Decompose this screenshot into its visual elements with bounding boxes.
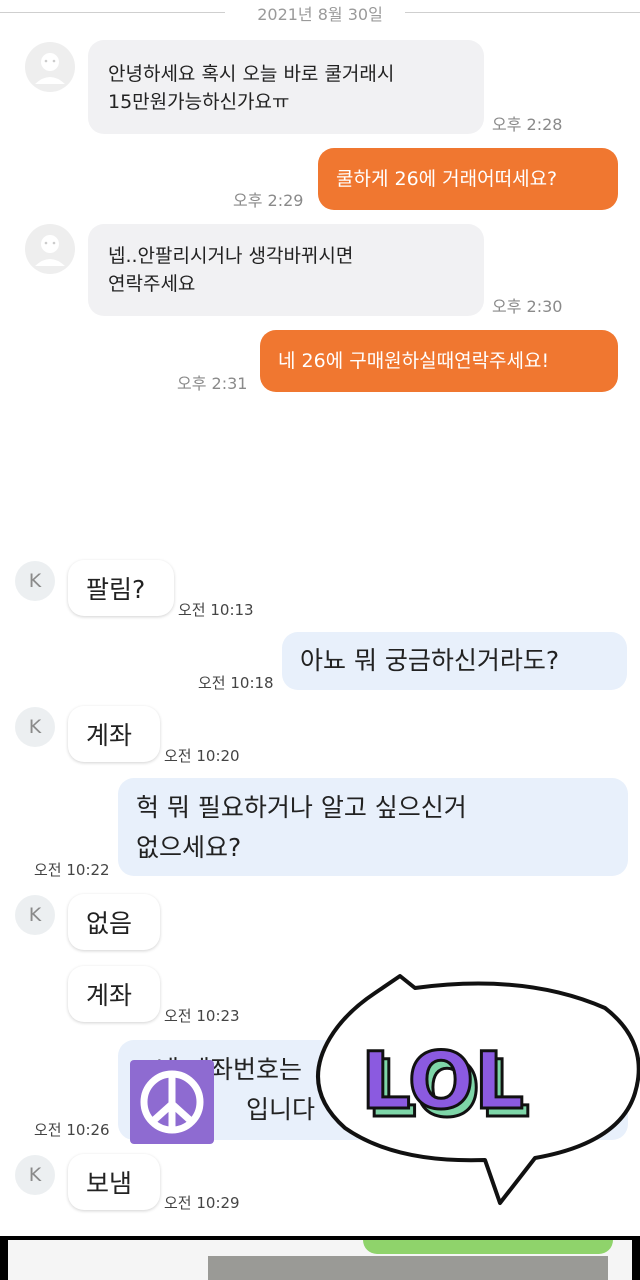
lol-text: LOL bbox=[361, 1037, 524, 1127]
message-bubble: 넵..안팔리시거나 생각바뀌시면 연락주세요 bbox=[88, 224, 484, 316]
message-time: 오전 10:13 bbox=[178, 601, 254, 619]
next-screenshot-preview bbox=[8, 1240, 632, 1280]
message-bubble: 헉 뭐 필요하거나 알고 싶으신거 없으세요? bbox=[118, 778, 628, 876]
avatar[interactable]: K bbox=[15, 895, 55, 935]
message-time: 오전 10:26 bbox=[34, 1121, 110, 1139]
message-time: 오후 2:28 bbox=[492, 115, 563, 134]
message-time: 오전 10:20 bbox=[164, 747, 240, 765]
message-text: 헉 뭐 필요하거나 알고 싶으신거 bbox=[136, 793, 467, 822]
message-time: 오후 2:30 bbox=[492, 297, 563, 316]
message-text: 연락주세요 bbox=[108, 273, 196, 295]
avatar[interactable] bbox=[25, 224, 75, 274]
message-bubble: 안녕하세요 혹시 오늘 바로 쿨거래시 15만원가능하신가요ㅠ bbox=[88, 40, 484, 134]
message-time: 오후 2:29 bbox=[233, 191, 304, 210]
message-time: 오전 10:23 bbox=[164, 1007, 240, 1025]
message-time: 오후 2:31 bbox=[177, 374, 248, 393]
message-bubble: 팔림? bbox=[68, 560, 174, 616]
message-text: 없음 bbox=[86, 909, 133, 938]
avatar[interactable] bbox=[25, 42, 75, 92]
lol-sticker: LOL LOL bbox=[305, 968, 640, 1208]
avatar[interactable]: K bbox=[15, 1155, 55, 1195]
message-bubble: 아뇨 뭐 궁금하신거라도? bbox=[282, 632, 627, 690]
message-text: 팔림? bbox=[86, 575, 146, 604]
message-text: 쿨하게 26에 거래어떠세요? bbox=[336, 168, 558, 190]
message-bubble: 쿨하게 26에 거래어떠세요? bbox=[318, 148, 618, 210]
message-text: 계좌 bbox=[86, 721, 133, 750]
message-text: 아뇨 뭐 궁금하신거라도? bbox=[300, 646, 560, 675]
message-bubble: 네 26에 구매원하실때연락주세요! bbox=[260, 330, 618, 392]
message-text: 네 26에 구매원하실때연락주세요! bbox=[278, 350, 550, 372]
message-bubble: 계좌 bbox=[68, 706, 160, 762]
avatar[interactable]: K bbox=[15, 707, 55, 747]
message-bubble: 보냄 bbox=[68, 1154, 160, 1210]
message-text: 안녕하세요 혹시 오늘 바로 쿨거래시 bbox=[108, 63, 395, 85]
date-divider: 2021년 8월 30일 bbox=[257, 5, 383, 24]
message-time: 오전 10:22 bbox=[34, 861, 110, 879]
next-screenshot-frame bbox=[0, 1236, 640, 1280]
message-bubble: 없음 bbox=[68, 894, 160, 950]
message-time: 오전 10:18 bbox=[198, 674, 274, 692]
message-time: 오전 10:29 bbox=[164, 1194, 240, 1212]
message-text: 넵..안팔리시거나 생각바뀌시면 bbox=[108, 245, 354, 267]
message-text: 15만원가능하신가요ㅠ bbox=[108, 91, 290, 113]
message-text: 없으세요? bbox=[136, 833, 242, 862]
peace-icon bbox=[130, 1060, 214, 1144]
message-bubble: 계좌 bbox=[68, 966, 160, 1022]
message-text: 계좌 bbox=[86, 981, 133, 1010]
message-text: 보냄 bbox=[86, 1169, 133, 1198]
avatar[interactable]: K bbox=[15, 561, 55, 601]
